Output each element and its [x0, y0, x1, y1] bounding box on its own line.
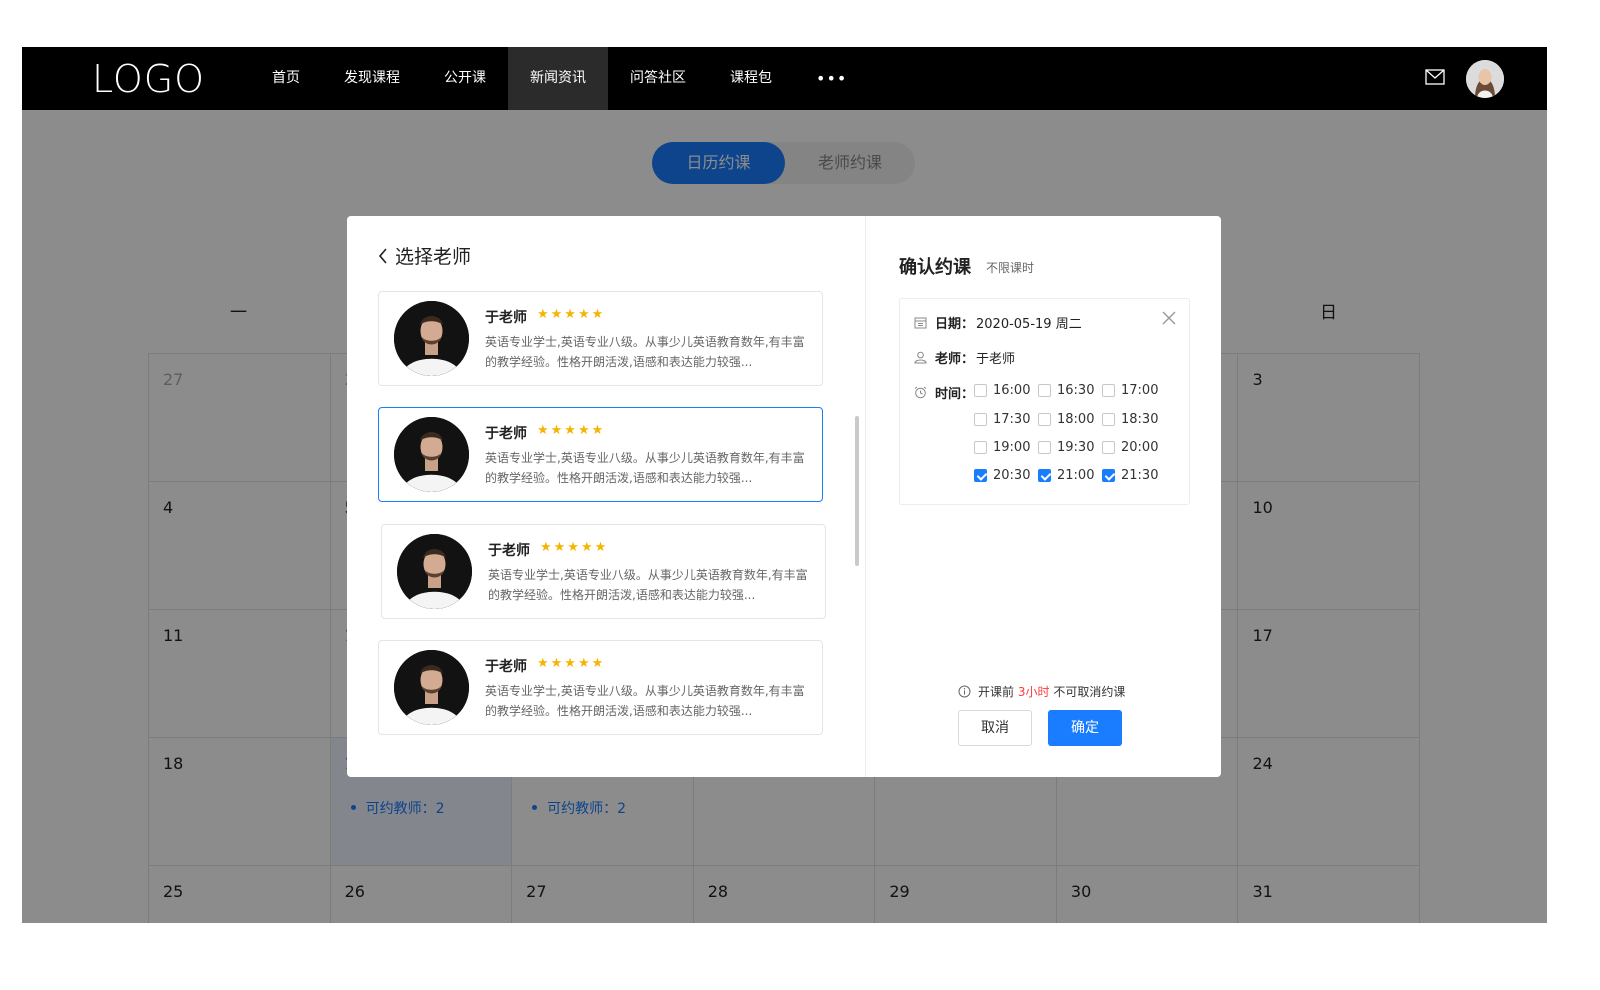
time-label: 时间：	[935, 387, 975, 402]
teacher-avatar	[397, 534, 472, 609]
time-slot-label: 18:30	[1121, 412, 1159, 427]
teacher-card[interactable]: 于老师 ★★★★★ 英语专业学士,英语专业八级。从事少儿英语教育数年,有丰富的教…	[378, 640, 823, 735]
booking-info-box: 日期： 2020-05-19 周二 老师： 于老师 时间： 16:00 16:3…	[899, 298, 1190, 505]
checkbox-checked[interactable]	[1038, 469, 1051, 482]
rating-stars-icon: ★★★★★	[537, 423, 606, 438]
rating-stars-icon: ★★★★★	[537, 656, 606, 671]
close-icon[interactable]	[1160, 309, 1178, 327]
notice-prefix: 开课前	[978, 685, 1015, 699]
teacher-card-selected[interactable]: 于老师 ★★★★★ 英语专业学士,英语专业八级。从事少儿英语教育数年,有丰富的教…	[378, 407, 823, 502]
cancel-button[interactable]: 取消	[958, 710, 1032, 746]
time-slot-checkbox-checked[interactable]: 20:30	[974, 468, 1030, 483]
checkbox-checked[interactable]	[1102, 469, 1115, 482]
time-slot-checkbox[interactable]: 19:00	[974, 440, 1030, 455]
teacher-name: 于老师	[485, 310, 527, 326]
teacher-card[interactable]: 于老师 ★★★★★ 英语专业学士,英语专业八级。从事少儿英语教育数年,有丰富的教…	[381, 524, 826, 619]
time-slot-checkbox[interactable]: 17:30	[974, 412, 1030, 427]
time-slot-label: 20:00	[1121, 440, 1159, 455]
confirm-subtitle: 不限课时	[986, 261, 1035, 275]
rating-stars-icon: ★★★★★	[540, 540, 609, 555]
app-frame: LOGO 首页 发现课程 公开课 新闻资讯 问答社区 课程包 ••• 日历约课	[22, 47, 1547, 923]
teacher-avatar	[394, 301, 469, 376]
confirm-booking-pane: 确认约课 不限课时 日期： 2020-05-19 周二 老师： 于老师 时间： …	[866, 216, 1221, 777]
time-slot-label: 17:30	[993, 412, 1031, 427]
teacher-avatar	[394, 650, 469, 725]
teacher-select-title: 选择老师	[395, 246, 472, 268]
back-button[interactable]: 选择老师	[377, 242, 471, 269]
time-slot-label: 18:00	[1057, 412, 1095, 427]
time-slot-label: 16:30	[1057, 383, 1095, 398]
notice-hours: 3小时	[1017, 685, 1050, 699]
time-slot-checkbox[interactable]: 17:00	[1102, 383, 1158, 398]
time-slot-checkbox[interactable]: 20:00	[1102, 440, 1158, 455]
time-row: 时间：	[914, 383, 974, 402]
time-slot-label: 21:00	[1057, 468, 1095, 483]
time-slot-checkbox[interactable]: 18:30	[1102, 412, 1158, 427]
cancel-policy-notice: 开课前 3小时 不可取消约课	[958, 683, 1125, 700]
notice-suffix: 不可取消约课	[1053, 685, 1126, 699]
teacher-name: 于老师	[485, 659, 527, 675]
nav-item-course-package[interactable]: 课程包	[708, 47, 794, 110]
rating-stars-icon: ★★★★★	[537, 307, 606, 322]
time-slot-label: 19:00	[993, 440, 1031, 455]
teacher-description: 英语专业学士,英语专业八级。从事少儿英语教育数年,有丰富的教学经验。性格开朗活泼…	[488, 568, 808, 602]
teacher-select-pane: 选择老师 于老师 ★★★★★ 英语专业学士,英语专业八级。从事少儿英语教育数年,…	[347, 216, 866, 777]
checkbox[interactable]	[1102, 441, 1115, 454]
alarm-clock-icon	[914, 386, 927, 399]
checkbox[interactable]	[1038, 413, 1051, 426]
nav-item-qa-community[interactable]: 问答社区	[608, 47, 708, 110]
date-row: 日期： 2020-05-19 周二	[914, 313, 1082, 332]
time-slot-label: 16:00	[993, 383, 1031, 398]
nav-menu: 首页 发现课程 公开课 新闻资讯 问答社区 课程包 •••	[250, 47, 869, 110]
nav-item-news[interactable]: 新闻资讯	[508, 47, 608, 110]
chevron-left-icon	[378, 247, 387, 264]
checkbox[interactable]	[974, 384, 987, 397]
teacher-name: 于老师	[488, 543, 530, 559]
checkbox[interactable]	[974, 441, 987, 454]
checkbox[interactable]	[1102, 384, 1115, 397]
teacher-row: 老师： 于老师	[914, 348, 1015, 367]
time-slot-checkbox[interactable]: 16:00	[974, 383, 1030, 398]
time-slot-label: 20:30	[993, 468, 1031, 483]
booking-modal: 选择老师 于老师 ★★★★★ 英语专业学士,英语专业八级。从事少儿英语教育数年,…	[347, 216, 1221, 777]
time-slot-label: 19:30	[1057, 440, 1095, 455]
teacher-description: 英语专业学士,英语专业八级。从事少儿英语教育数年,有丰富的教学经验。性格开朗活泼…	[485, 451, 805, 485]
teacher-card[interactable]: 于老师 ★★★★★ 英语专业学士,英语专业八级。从事少儿英语教育数年,有丰富的教…	[378, 291, 823, 386]
checkbox[interactable]	[1038, 441, 1051, 454]
nav-item-open-class[interactable]: 公开课	[422, 47, 508, 110]
user-icon	[914, 351, 927, 364]
nav-item-discover-courses[interactable]: 发现课程	[322, 47, 422, 110]
calendar-icon	[914, 317, 927, 329]
checkbox[interactable]	[1038, 384, 1051, 397]
time-slot-checkbox-checked[interactable]: 21:00	[1038, 468, 1094, 483]
mail-icon[interactable]	[1425, 69, 1445, 85]
checkbox-checked[interactable]	[974, 469, 987, 482]
user-avatar[interactable]	[1466, 60, 1504, 98]
info-icon	[958, 685, 971, 698]
logo[interactable]: LOGO	[92, 57, 205, 101]
confirm-button[interactable]: 确定	[1048, 710, 1122, 746]
teacher-description: 英语专业学士,英语专业八级。从事少儿英语教育数年,有丰富的教学经验。性格开朗活泼…	[485, 684, 805, 718]
teacher-name: 于老师	[485, 426, 527, 442]
time-slot-label: 21:30	[1121, 468, 1159, 483]
teacher-value: 于老师	[976, 352, 1016, 367]
time-slot-checkbox[interactable]: 16:30	[1038, 383, 1094, 398]
nav-more-button[interactable]: •••	[794, 47, 869, 110]
time-slot-checkbox[interactable]: 19:30	[1038, 440, 1094, 455]
top-nav: LOGO 首页 发现课程 公开课 新闻资讯 问答社区 课程包 •••	[22, 47, 1547, 110]
time-slot-label: 17:00	[1121, 383, 1159, 398]
scrollbar[interactable]	[855, 416, 859, 566]
time-slot-checkbox[interactable]: 18:00	[1038, 412, 1094, 427]
date-label: 日期：	[935, 317, 975, 332]
confirm-title: 确认约课	[899, 257, 971, 278]
checkbox[interactable]	[974, 413, 987, 426]
teacher-description: 英语专业学士,英语专业八级。从事少儿英语教育数年,有丰富的教学经验。性格开朗活泼…	[485, 335, 805, 369]
teacher-avatar	[394, 417, 469, 492]
time-slot-checkbox-checked[interactable]: 21:30	[1102, 468, 1158, 483]
nav-item-home[interactable]: 首页	[250, 47, 322, 110]
teacher-label: 老师：	[935, 352, 975, 367]
checkbox[interactable]	[1102, 413, 1115, 426]
date-value: 2020-05-19 周二	[976, 317, 1082, 332]
